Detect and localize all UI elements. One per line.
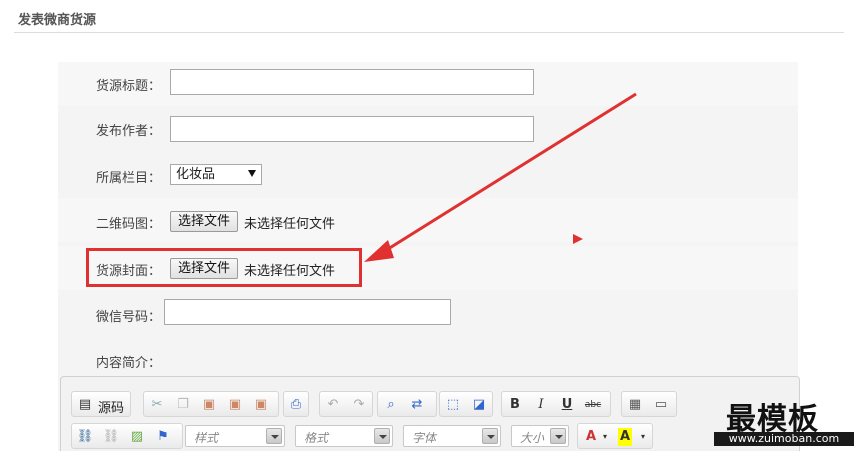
flag-icon[interactable]: ⚑ [154, 428, 172, 446]
source-button[interactable]: 源码 [98, 397, 124, 416]
toolbar-group-format: B I U abc [501, 391, 611, 417]
chevron-down-icon [266, 428, 282, 444]
document-icon[interactable]: ▤ [76, 396, 94, 414]
size-dropdown[interactable]: 大小 [511, 425, 569, 447]
bold-button[interactable]: B [506, 396, 524, 414]
underline-button[interactable]: U [558, 396, 576, 414]
toolbar-group-source: ▤ 源码 [71, 391, 131, 417]
copy-icon[interactable]: ❐ [174, 396, 192, 414]
chevron-down-icon [374, 428, 390, 444]
format-dropdown[interactable]: 格式 [295, 425, 393, 447]
toolbar-group-history: ↶ ↷ [319, 391, 373, 417]
select-all-icon[interactable]: ⬚ [444, 396, 462, 414]
eraser-icon[interactable]: ◪ [470, 396, 488, 414]
size-dropdown-label: 大小 [520, 431, 545, 445]
redo-icon[interactable]: ↷ [350, 396, 368, 414]
arrow-head [364, 240, 394, 262]
undo-icon[interactable]: ↶ [324, 396, 342, 414]
style-dropdown-label: 样式 [194, 431, 219, 445]
toolbar-group-select: ⬚ ◪ [439, 391, 493, 417]
toolbar-group-clipboard: ✂ ❐ ▣ ▣ ▣ [143, 391, 279, 417]
cut-icon[interactable]: ✂ [148, 396, 166, 414]
watermark-logo: 最模板 www.zuimoban.com [700, 392, 858, 451]
italic-button[interactable]: I [532, 396, 550, 414]
image-icon[interactable]: ▨ [128, 428, 146, 446]
font-dropdown-label: 字体 [412, 431, 437, 445]
style-dropdown[interactable]: 样式 [185, 425, 285, 447]
link-icon[interactable]: ⛓ [76, 428, 94, 446]
background-color-icon[interactable]: A [618, 428, 632, 446]
horizontal-rule-icon[interactable]: ▭ [652, 396, 670, 414]
small-triangle-marker [573, 234, 583, 244]
replace-icon[interactable]: ⇄ [408, 396, 426, 414]
toolbar-group-find: ⌕ ⇄ [377, 391, 437, 417]
watermark-url: www.zuimoban.com [714, 432, 854, 446]
paste-text-icon[interactable]: ▣ [226, 396, 244, 414]
chevron-down-icon [550, 428, 566, 444]
paste-word-icon[interactable]: ▣ [252, 396, 270, 414]
unlink-icon[interactable]: ⛓ [102, 428, 120, 446]
font-dropdown[interactable]: 字体 [403, 425, 501, 447]
paste-icon[interactable]: ▣ [200, 396, 218, 414]
chevron-down-icon[interactable]: ▾ [596, 428, 614, 446]
toolbar-group-media: ⛓ ⛓ ▨ ⚑ [71, 423, 183, 449]
table-icon[interactable]: ▦ [626, 396, 644, 414]
toolbar-group-color: A ▾ A ▾ [577, 423, 653, 449]
print-icon[interactable]: ⎙ [287, 396, 305, 414]
chevron-down-icon [482, 428, 498, 444]
format-dropdown-label: 格式 [304, 431, 329, 445]
rich-text-editor: ▤ 源码 ✂ ❐ ▣ ▣ ▣ ⎙ ↶ ↷ ⌕ ⇄ ⬚ ◪ B I U abc ▦… [60, 376, 800, 451]
chevron-down-icon[interactable]: ▾ [634, 428, 652, 446]
toolbar-group-table: ▦ ▭ [621, 391, 677, 417]
arrow-shaft [379, 92, 637, 256]
toolbar-group-print: ⎙ [283, 391, 309, 417]
strikethrough-button[interactable]: abc [584, 396, 602, 414]
find-icon[interactable]: ⌕ [382, 396, 400, 414]
